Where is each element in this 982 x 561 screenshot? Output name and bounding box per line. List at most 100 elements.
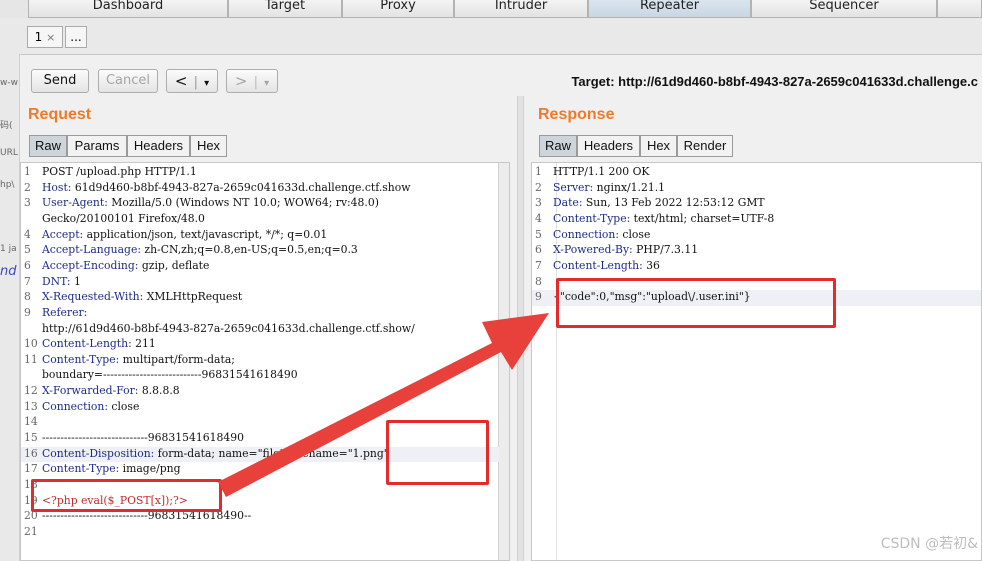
editor-line: 21 — [21, 525, 42, 541]
editor-line: 2 Host: 61d9d460-b8bf-4943-827a-2659c0416… — [21, 181, 411, 197]
tab-dashboard[interactable]: Dashboard — [28, 0, 228, 18]
editor-line: 12 X-Forwarded-For: 8.8.8.8 — [21, 384, 180, 400]
line-number: 12 — [24, 384, 38, 398]
response-editor[interactable]: 1 HTTP/1.1 200 OK 2 Server: nginx/1.21.1 3 Da… — [531, 162, 982, 561]
line-value: nginx/1.21.1 — [593, 180, 666, 194]
header-key: Server: — [553, 180, 594, 194]
line-number: 6 — [535, 243, 542, 257]
line-value: http://61d9d460-b8bf-4943-827a-2659c0416… — [42, 321, 415, 335]
editor-line: 8 X-Requested-With: XMLHttpRequest — [21, 290, 242, 306]
subtab-1-label: 1 — [34, 30, 43, 44]
editor-line: 6 Accept-Encoding: gzip, deflate — [21, 259, 209, 275]
header-key: Content-Type: — [42, 462, 120, 476]
strip-fragment: w-w — [0, 78, 18, 88]
editor-line: 13 Connection: close — [21, 400, 139, 416]
panel-splitter[interactable] — [517, 96, 524, 561]
tab-target[interactable]: Target — [228, 0, 342, 18]
line-number: 16 — [24, 446, 38, 460]
header-key: Connection: — [42, 399, 108, 413]
strip-fragment: 1 ja — [0, 244, 17, 254]
line-number: 3 — [24, 196, 31, 210]
editor-line: 7 Content-Length: 36 — [532, 259, 660, 275]
line-value: -----------------------------96831541618… — [42, 431, 244, 445]
cancel-button[interactable]: Cancel — [98, 69, 158, 93]
strip-fragment: 码( — [0, 121, 13, 131]
background-window-strip: w-w 码( URL hp\ 1 ja nd — [0, 18, 20, 561]
editor-line: Gecko/20100101 Firefox/48.0 — [21, 212, 205, 228]
editor-line: 7 DNT: 1 — [21, 275, 81, 291]
editor-line: 3 Date: Sun, 13 Feb 2022 12:53:12 GMT — [532, 196, 765, 212]
line-number: 8 — [535, 274, 542, 288]
line-number: 1 — [535, 165, 542, 178]
header-key: X-Requested-With: — [42, 290, 144, 304]
send-button[interactable]: Send — [31, 69, 89, 93]
header-key: DNT: — [42, 274, 71, 288]
editor-line: 3 User-Agent: Mozilla/5.0 (Windows NT 10.… — [21, 196, 379, 212]
back-arrow-icon: < — [174, 72, 188, 90]
line-number: 1 — [24, 165, 31, 178]
response-title: Response — [538, 106, 615, 123]
editor-line: 17 Content-Type: image/png — [21, 462, 181, 478]
request-tab-raw[interactable]: Raw — [29, 135, 67, 157]
tab-intruder[interactable]: Intruder — [454, 0, 588, 18]
line-value: zh-CN,zh;q=0.8,en-US;q=0.5,en;q=0.3 — [140, 243, 358, 257]
editor-line: 11 Content-Type: multipart/form-data; — [21, 353, 235, 369]
line-number: 4 — [535, 211, 542, 225]
line-number: 4 — [24, 227, 31, 241]
close-icon[interactable]: × — [46, 31, 55, 44]
editor-line: 14 — [21, 415, 42, 431]
tab-sequencer[interactable]: Sequencer — [751, 0, 937, 18]
strip-fragment: hp\ — [0, 180, 15, 190]
subtab-more[interactable]: ... — [65, 26, 87, 48]
subtab-1[interactable]: 1 × — [27, 26, 63, 48]
line-number: 11 — [24, 352, 38, 366]
response-tab-render[interactable]: Render — [677, 135, 733, 157]
request-tab-hex[interactable]: Hex — [190, 135, 227, 157]
line-number: 21 — [24, 524, 38, 538]
payload-highlight-box — [31, 479, 222, 512]
response-highlight-box — [556, 278, 836, 328]
editor-line: 8 — [532, 275, 553, 291]
response-tab-headers[interactable]: Headers — [577, 135, 640, 157]
back-button[interactable]: < | ▾ — [166, 69, 218, 93]
header-key: User-Agent: — [42, 196, 108, 210]
chevron-down-icon: ▾ — [204, 78, 210, 89]
header-key: X-Powered-By: — [553, 243, 633, 257]
editor-line: 6 X-Powered-By: PHP/7.3.11 — [532, 243, 698, 259]
editor-line: 2 Server: nginx/1.21.1 — [532, 181, 665, 197]
repeater-subtab-bar: 1 × ... — [19, 18, 982, 55]
line-number: 5 — [535, 227, 542, 241]
line-value: text/html; charset=UTF-8 — [630, 211, 775, 225]
line-number: 10 — [24, 337, 38, 351]
line-number: 7 — [24, 274, 31, 288]
header-key: Accept: — [42, 227, 84, 241]
line-number: 8 — [24, 290, 31, 304]
line-number: 15 — [24, 431, 38, 445]
header-key: Host: — [42, 180, 72, 194]
response-tab-hex[interactable]: Hex — [640, 135, 677, 157]
request-scrollbar[interactable] — [498, 163, 509, 560]
tab-repeater[interactable]: Repeater — [588, 0, 751, 18]
forward-button[interactable]: > | ▾ — [226, 69, 278, 93]
tab-overflow[interactable] — [937, 0, 982, 18]
target-label[interactable]: Target: http://61d9d460-b8bf-4943-827a-2… — [571, 74, 978, 89]
chevron-down-icon: ▾ — [264, 78, 270, 89]
line-number: 5 — [24, 243, 31, 257]
tab-proxy[interactable]: Proxy — [342, 0, 454, 18]
line-number: 17 — [24, 462, 38, 476]
editor-line: boundary=---------------------------9683… — [21, 368, 298, 384]
request-tab-params[interactable]: Params — [67, 135, 127, 157]
header-key: Content-Type: — [42, 352, 120, 366]
line-value: 8.8.8.8 — [138, 384, 180, 398]
line-value: application/json, text/javascript, */*; … — [83, 227, 328, 241]
request-tab-headers[interactable]: Headers — [127, 135, 190, 157]
line-value: close — [619, 227, 651, 241]
header-key: Content-Length: — [42, 337, 132, 351]
response-tab-raw[interactable]: Raw — [539, 135, 577, 157]
strip-fragment: nd — [0, 264, 17, 279]
line-value: POST /upload.php HTTP/1.1 — [42, 165, 197, 178]
line-value: gzip, deflate — [138, 258, 210, 272]
line-value: close — [108, 399, 140, 413]
line-value: form-data; name="file"; filename="1.png" — [154, 446, 389, 460]
editor-line: 10 Content-Length: 211 — [21, 337, 156, 353]
